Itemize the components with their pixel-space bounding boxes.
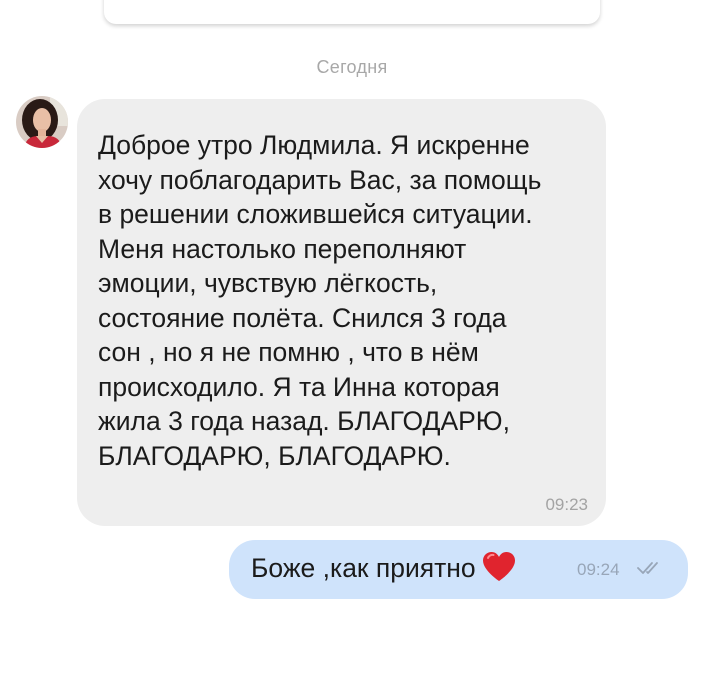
incoming-message-time: 09:23 <box>545 495 588 514</box>
outgoing-message-text: Боже ,как приятно <box>251 553 476 583</box>
double-check-icon <box>637 560 663 581</box>
outgoing-message-bubble[interactable]: Боже ,как приятно 09:24 <box>229 540 688 599</box>
incoming-message-text: Доброе утро Людмила. Я искренне хочу поб… <box>98 130 542 471</box>
incoming-message-bubble[interactable]: Доброе утро Людмила. Я искренне хочу поб… <box>77 99 606 526</box>
outgoing-message-text-wrap: Боже ,как приятно <box>251 551 516 590</box>
heart-emoji-icon <box>482 551 516 590</box>
chat-view: Сегодня Доброе утро Людмила. Я искренне … <box>0 0 704 700</box>
previous-message-card[interactable] <box>104 0 600 24</box>
date-separator: Сегодня <box>316 57 388 77</box>
outgoing-message-time: 09:24 <box>577 560 620 579</box>
avatar[interactable] <box>16 96 68 148</box>
